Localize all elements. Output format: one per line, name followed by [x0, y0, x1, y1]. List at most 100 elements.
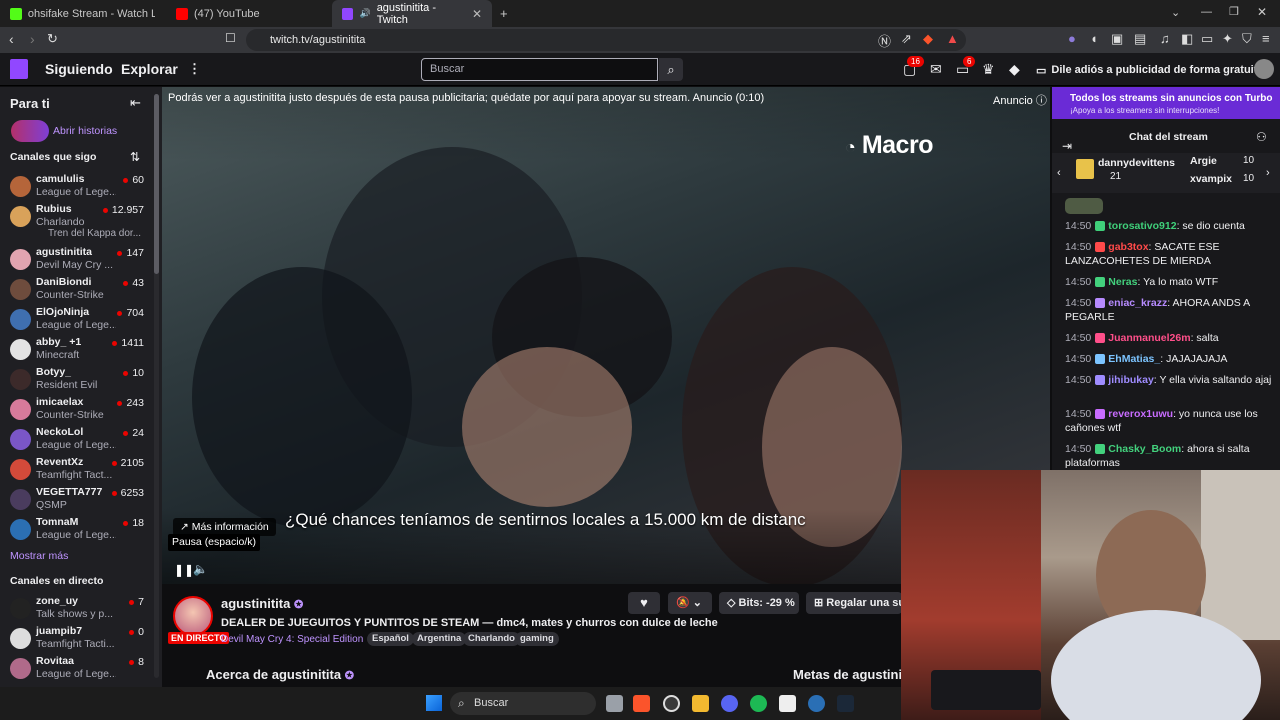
rewards-icon[interactable]: ▲ [946, 31, 959, 46]
chevron-right-icon[interactable]: › [1266, 167, 1270, 179]
collapse-chat-icon[interactable]: ⇥ [1062, 139, 1072, 153]
open-stories-link[interactable]: Abrir historias [53, 125, 117, 137]
reload-icon[interactable]: ↻ [47, 31, 58, 47]
sort-icon[interactable]: ⇅ [130, 150, 140, 164]
chat-username[interactable]: jihibukay [1108, 374, 1154, 386]
sidebar-channel[interactable]: Rovitaa League of Lege... 8 [0, 654, 150, 684]
prime-icon[interactable]: ♛ [982, 61, 995, 78]
chevron-down-icon[interactable]: ⌄ [1171, 6, 1180, 19]
chat-username[interactable]: Juanmanuel26m [1108, 332, 1190, 344]
show-more-link[interactable]: Mostrar más [10, 550, 68, 562]
sidebar-scroll-thumb[interactable] [154, 94, 159, 274]
app-icon[interactable] [808, 695, 825, 712]
back-icon[interactable]: ‹ [9, 31, 14, 47]
chat-username[interactable]: gab3tox [1108, 241, 1148, 253]
sidebar-channel[interactable]: NeckoLol League of Lege... 24 [0, 425, 150, 455]
steam-icon[interactable] [837, 695, 854, 712]
ad-label[interactable]: Anuncio ⓘ [993, 92, 1047, 108]
tag[interactable]: Argentina [412, 632, 467, 646]
minimize-button[interactable]: — [1201, 6, 1212, 18]
gifter-name[interactable]: Argie [1190, 155, 1217, 167]
chat-username[interactable]: EhMatias_ [1108, 353, 1160, 365]
tag[interactable]: Charlando [463, 632, 520, 646]
sidebar-channel[interactable]: ElOjoNinja League of Lege... 704 [0, 305, 150, 335]
search-input[interactable]: Buscar [421, 58, 658, 81]
streamer-name[interactable]: agustinitita ✪ [221, 596, 303, 611]
close-tab-icon[interactable]: ✕ [472, 7, 482, 21]
game-link[interactable]: Devil May Cry 4: Special Edition [221, 634, 363, 645]
users-icon[interactable]: ⚇ [1256, 130, 1267, 144]
sidebar-channel[interactable]: zone_uy Talk shows y p... 7 [0, 594, 150, 624]
sidebar-channel[interactable]: abby_ +1 Minecraft 1411 [0, 335, 150, 365]
extension-icon[interactable]: ● [1068, 31, 1076, 46]
inbox-icon[interactable]: ✉ [930, 61, 942, 78]
menu-icon[interactable]: ≡ [1262, 31, 1270, 46]
bits-icon[interactable]: ◆ [1009, 61, 1020, 78]
stories-avatars[interactable] [11, 120, 49, 142]
tab-kick[interactable]: ohsifake Stream - Watch Live on Kick [0, 0, 165, 27]
brave-icon[interactable] [633, 695, 650, 712]
chat-username[interactable]: torosativo912 [1108, 220, 1176, 232]
chevron-left-icon[interactable]: ‹ [1057, 167, 1061, 179]
discord-icon[interactable] [721, 695, 738, 712]
notifications-toggle[interactable]: 🔕 ⌄ [668, 592, 712, 614]
file-explorer-icon[interactable] [692, 695, 709, 712]
extension-icon[interactable]: ▣ [1111, 31, 1123, 47]
search-button[interactable]: ⌕ [659, 58, 683, 81]
chat-username[interactable]: Chasky_Boom [1108, 443, 1181, 455]
twitch-logo-icon[interactable] [10, 59, 28, 79]
maximize-button[interactable]: ❐ [1229, 5, 1239, 18]
chat-username[interactable]: Neras [1108, 276, 1137, 288]
sidebar-channel[interactable]: DaniBiondi Counter-Strike 43 [0, 275, 150, 305]
chat-username[interactable]: eniac_krazz [1108, 297, 1167, 309]
sidebar-channel[interactable]: TomnaM League of Lege... 18 [0, 515, 150, 545]
new-tab-button[interactable]: + [500, 6, 508, 21]
tag[interactable]: Español [367, 632, 414, 646]
more-menu-icon[interactable]: ⋮ [188, 61, 201, 77]
forward-icon[interactable]: › [30, 31, 35, 47]
vpn-icon[interactable]: ⛉ [1242, 31, 1252, 47]
volume-icon[interactable]: 🔈 [193, 562, 208, 576]
taskbar-search[interactable]: Buscar [450, 692, 596, 715]
task-view-icon[interactable] [606, 695, 623, 712]
share-icon[interactable]: ⇗ [901, 31, 912, 47]
extension-icon[interactable]: ▤ [1134, 31, 1146, 47]
leo-icon[interactable]: ✦ [1222, 31, 1233, 47]
brave-shield-icon[interactable]: ◆ [923, 31, 933, 47]
explore-link[interactable]: Explorar [121, 61, 178, 77]
sidebar-icon[interactable]: ◧ [1181, 31, 1193, 47]
tab-youtube[interactable]: (47) YouTube [166, 0, 331, 27]
music-icon[interactable]: ♫ [1160, 31, 1170, 46]
collapse-sidebar-icon[interactable]: ⇤ [130, 95, 141, 111]
bookmark-icon[interactable]: ☐ [225, 31, 236, 45]
chat-username[interactable]: reverox1uwu [1108, 408, 1173, 420]
spotify-icon[interactable] [750, 695, 767, 712]
following-link[interactable]: Siguiendo [45, 61, 113, 77]
sidebar-channel[interactable]: agustinitita Devil May Cry ... 147 [0, 245, 150, 275]
follow-heart-button[interactable]: ♥ [628, 592, 660, 614]
sidebar-channel[interactable]: ReventXz Teamfight Tact... 2105 [0, 455, 150, 485]
close-window-button[interactable]: ✕ [1257, 5, 1267, 19]
sidebar-channel[interactable]: imicaelax Counter-Strike 243 [0, 395, 150, 425]
tab-twitch[interactable]: 🔊 agustinitita - Twitch ✕ [332, 0, 492, 27]
sidebar-channel[interactable]: camululis League of Lege... 60 [0, 172, 150, 202]
sidebar-channel[interactable]: juampib7 Teamfight Tacti... 0 [0, 624, 150, 654]
windows-start-icon[interactable] [426, 695, 442, 711]
gift-sub-button[interactable]: ⊞ Regalar una sub [806, 592, 902, 614]
streamer-avatar[interactable] [173, 596, 213, 636]
avatar[interactable] [1254, 59, 1274, 79]
tag[interactable]: gaming [515, 632, 559, 646]
url-input[interactable]: twitch.tv/agustinitita [246, 29, 966, 51]
gifter-name[interactable]: dannydevittens [1098, 157, 1175, 169]
sidebar-channel[interactable]: Botyy_ Resident Evil 10 [0, 365, 150, 395]
gifter-name[interactable]: xvampix [1190, 173, 1232, 185]
sidebar-channel[interactable]: VEGETTA777 QSMP 6253 [0, 485, 150, 515]
ad-free-button[interactable]: ▭ Dile adiós a publicidad de forma gratu… [1036, 60, 1264, 80]
app-icon[interactable] [779, 695, 796, 712]
app-icon[interactable] [663, 695, 680, 712]
wallet-icon[interactable]: ▭ [1201, 31, 1213, 47]
translate-icon[interactable]: Ⓝ [878, 31, 891, 50]
pause-button[interactable]: ❚❚ [174, 563, 194, 577]
bits-button[interactable]: ◇ Bits: -29 % [719, 592, 799, 614]
extension-icon[interactable]: ◖ [1090, 31, 1098, 46]
